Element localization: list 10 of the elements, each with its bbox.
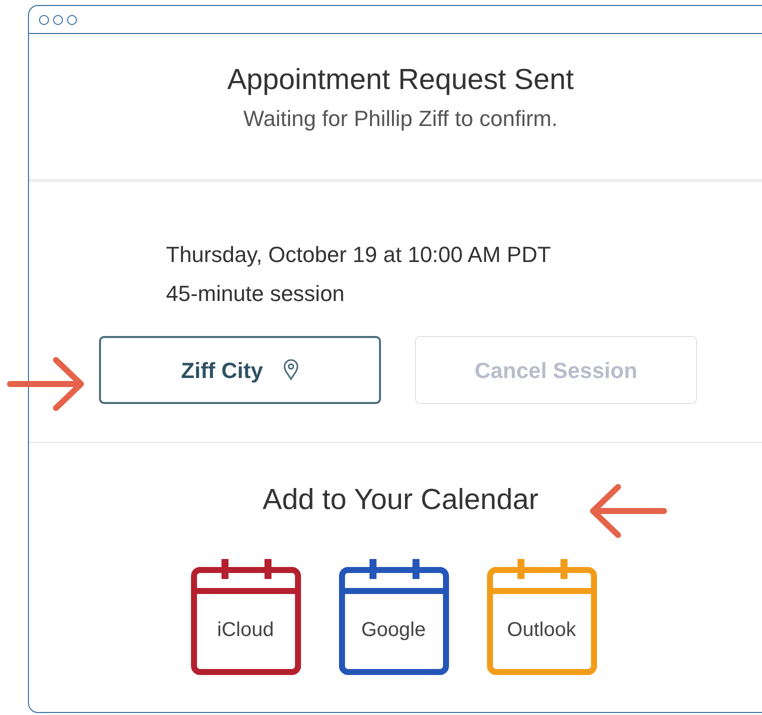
location-button[interactable]: Ziff City <box>99 336 381 404</box>
map-pin-icon <box>282 359 299 382</box>
calendar-button[interactable]: iCloud <box>190 558 300 675</box>
status-message: Waiting for Phillip Ziff to confirm. <box>243 105 558 134</box>
calendar-button[interactable]: Outlook <box>486 558 596 675</box>
session-date: Thursday, October 19 at 10:00 AM PDT <box>166 241 552 270</box>
page-title: Appointment Request Sent <box>227 63 574 98</box>
section-heading: Add to Your Calendar <box>262 483 538 518</box>
calendar-button[interactable]: Google <box>338 558 448 675</box>
session-length: 45-minute session <box>166 280 346 308</box>
